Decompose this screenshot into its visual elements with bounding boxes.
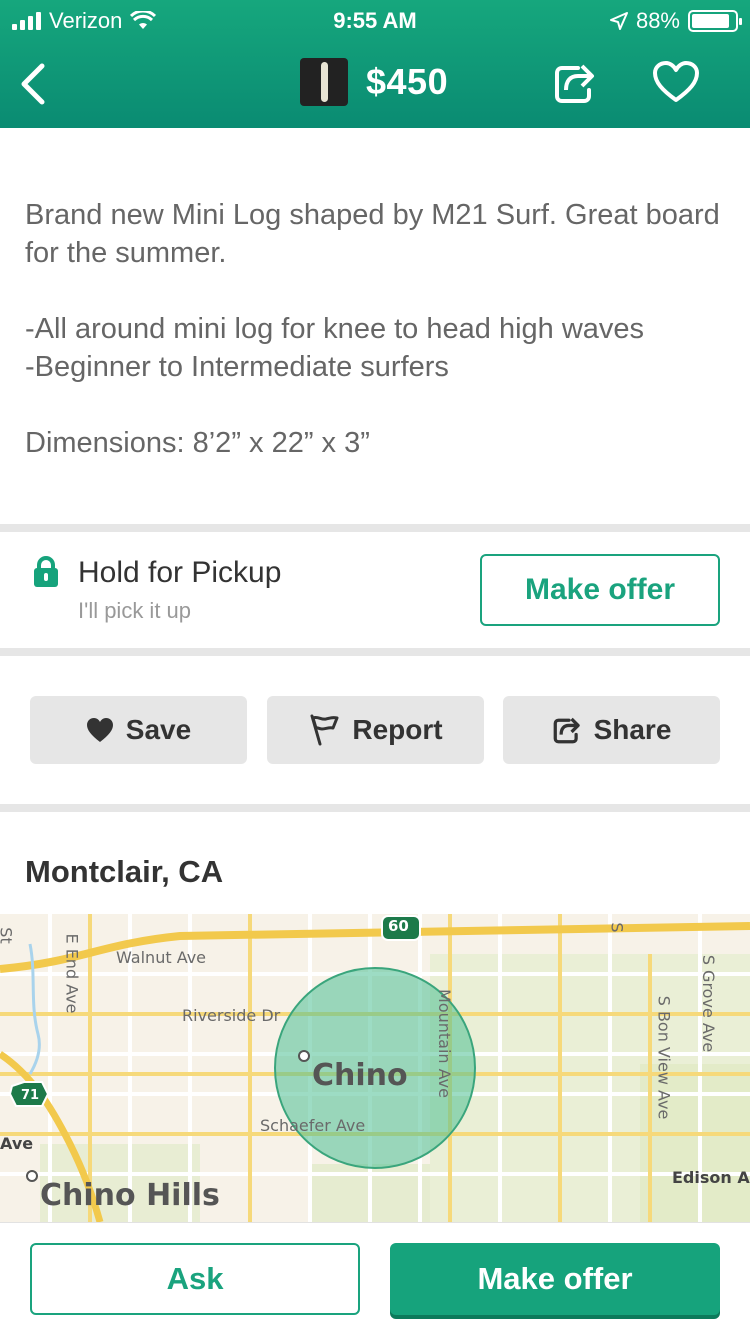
bottom-action-bar: Ask Make offer <box>0 1222 750 1334</box>
nav-price: $450 <box>366 61 449 102</box>
flag-icon <box>310 714 339 746</box>
status-bar: Verizon 9:55 AM 88% <box>0 0 750 40</box>
back-chevron-icon[interactable] <box>14 60 54 108</box>
location-map[interactable]: 60 71 Walnut Ave Riverside Dr Schaefer A… <box>0 914 750 1222</box>
item-description: Brand new Mini Log shaped by M21 Surf. G… <box>25 196 725 462</box>
nav-bar: $450 <box>0 40 750 128</box>
share-icon[interactable] <box>552 60 598 106</box>
street-s-grove: S Grove Ave <box>699 954 719 1053</box>
hold-title: Hold for Pickup <box>78 556 282 589</box>
street-st-left: St <box>0 927 16 944</box>
hold-for-pickup-row: Hold for Pickup I'll pick it up Make off… <box>0 532 750 648</box>
street-mountain: Mountain Ave <box>434 989 454 1098</box>
report-button[interactable]: Report <box>267 696 484 764</box>
share-icon <box>553 717 580 744</box>
street-walnut: Walnut Ave <box>116 948 207 967</box>
report-label: Report <box>352 714 443 745</box>
divider <box>0 804 750 812</box>
battery-icon <box>688 10 742 32</box>
description-intro: Brand new Mini Log shaped by M21 Surf. G… <box>25 199 720 269</box>
status-right: 88% <box>609 8 742 34</box>
street-s-bon-view: S Bon View Ave <box>654 995 674 1120</box>
street-riverside: Riverside Dr <box>182 1006 281 1025</box>
description-line-1: -All around mini log for knee to head hi… <box>25 313 645 345</box>
item-actions: Save Report Share <box>0 656 750 804</box>
route-71-shield: 71 <box>21 1088 40 1103</box>
lock-icon <box>34 556 58 587</box>
app-header: Verizon 9:55 AM 88% $450 <box>0 0 750 128</box>
description-dimensions: Dimensions: 8’2” x 22” x 3” <box>25 427 370 459</box>
street-schaefer: Schaefer Ave <box>260 1116 366 1135</box>
heart-filled-icon <box>86 718 113 742</box>
item-thumbnail <box>300 58 348 106</box>
make-offer-button[interactable]: Make offer <box>390 1243 720 1315</box>
heart-icon[interactable] <box>652 60 700 104</box>
save-label: Save <box>125 714 192 745</box>
location-title: Montclair, CA <box>25 854 224 889</box>
save-button[interactable]: Save <box>30 696 247 764</box>
share-label: Share <box>593 714 672 745</box>
battery-percent: 88% <box>635 8 680 33</box>
description-line-2: -Beginner to Intermediate surfers <box>25 351 449 383</box>
location-arrow-icon <box>609 12 628 30</box>
street-ave-left: Ave <box>0 1134 34 1153</box>
divider <box>0 648 750 656</box>
nav-item-summary: $450 <box>300 58 448 106</box>
divider <box>0 524 750 532</box>
ask-button[interactable]: Ask <box>30 1243 360 1315</box>
street-edison: Edison A <box>672 1168 750 1187</box>
route-60-shield: 60 <box>388 917 409 935</box>
make-offer-button-inline[interactable]: Make offer <box>480 554 720 626</box>
city-chino-hills: Chino Hills <box>40 1178 220 1213</box>
street-e-end: E End Ave <box>62 933 82 1014</box>
hold-subtitle: I'll pick it up <box>78 598 192 623</box>
street-s-top: S <box>607 922 627 933</box>
city-chino: Chino <box>312 1058 408 1093</box>
share-button[interactable]: Share <box>503 696 720 764</box>
